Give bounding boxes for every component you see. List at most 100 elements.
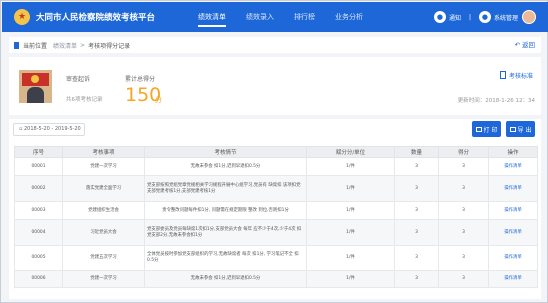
user-name[interactable]: 系统管理: [494, 13, 518, 22]
cell-quantity: 3: [394, 175, 439, 202]
breadcrumb-separator: >: [80, 41, 86, 49]
export-label: 导 出: [517, 126, 532, 134]
cell-number: 00003: [14, 201, 63, 220]
back-label: 返回: [522, 41, 535, 49]
export-icon: [509, 126, 516, 132]
cell-detail: 责令整改问题每件扣1分, 问题需在规定期限 整改 到位,否则扣1分: [144, 201, 307, 220]
table-header-row: 序号 考核事项 考核情节 赋分分/单位 数量 得分 操作: [14, 146, 538, 158]
app-title: 大同市人民检察院绩效考核平台: [36, 13, 156, 23]
profile-subtitle: 共6项考核记录: [66, 97, 103, 103]
app-window: ★ 大同市人民检察院绩效考核平台 绩效清单 绩效录入 排行榜 业务分析 ● 通知…: [0, 0, 548, 303]
cell-detail: 无故未参会 扣1分,迟到早退扣0.5分: [144, 270, 307, 288]
location-marker-icon: [14, 41, 19, 49]
print-label: 打 印: [483, 126, 498, 134]
cell-detail: 党支部按照党组党章党规相关学习规程开展中心组学习,党员有 缺席扣 该项扣党支部党…: [144, 175, 307, 202]
column-header: 考核情节: [144, 146, 307, 158]
cell-unit: 1/件: [306, 270, 395, 288]
operation-link[interactable]: 操作清单: [488, 270, 538, 288]
cell-number: 00002: [14, 175, 63, 202]
cell-detail: 无故未参会 扣1分,迟到早退扣0.5分: [144, 157, 307, 176]
table-row: 00005 党建五次学习 全体党员按时参加党支部组织的学习,无故缺席者 每次 扣…: [14, 245, 538, 271]
back-button[interactable]: ↶ 返回: [514, 37, 535, 53]
notice-label[interactable]: 通知: [449, 13, 461, 22]
date-range-picker[interactable]: ▫ 2018-5-20 - 2019-5-20: [13, 123, 85, 136]
breadcrumb-page: 考核项得分记录: [88, 42, 131, 50]
records-table: 序号 考核事项 考核情节 赋分分/单位 数量 得分 操作 00001 党建一次学…: [14, 146, 538, 288]
export-button[interactable]: 导 出: [506, 121, 535, 137]
cell-number: 00004: [14, 219, 63, 246]
nav-item-leaderboard[interactable]: 排行榜: [294, 2, 315, 32]
table-row: 00006 党建一次学习 无故未参会 扣1分,迟到早退扣0.5分 1/件 3 3…: [14, 270, 538, 288]
document-icon: [499, 71, 506, 79]
avatar[interactable]: [522, 10, 536, 24]
user-icon[interactable]: ●: [478, 11, 491, 23]
operation-link[interactable]: 操作清单: [488, 175, 538, 202]
profile-name: 审查起诉: [66, 76, 91, 83]
printer-icon: [475, 126, 482, 132]
cell-unit: 1/件: [306, 175, 395, 202]
cell-number: 00001: [14, 157, 63, 176]
assessment-standard-label: 考核标准: [508, 73, 533, 80]
cell-detail: 党支部委员及党员每缺席1次扣1分,支部党员大会 每年 应不少于4次,少于4次 扣…: [144, 219, 307, 246]
cell-score: 3: [438, 270, 489, 288]
assessment-standard-link[interactable]: 考核标准: [499, 71, 533, 80]
cell-unit: 1/件: [306, 157, 395, 176]
profile-photo: [19, 70, 52, 103]
operation-link[interactable]: 操作清单: [488, 245, 538, 271]
cell-item: 习近党员大会: [62, 219, 145, 246]
column-header: 考核事项: [62, 146, 145, 158]
profile-card: 审查起诉 共6项考核记录 累计总得分 150 分 考核标准 更新时间：2018-…: [9, 57, 541, 115]
cell-item: 落实党建全面学习: [62, 175, 145, 202]
operation-link[interactable]: 操作清单: [488, 201, 538, 220]
cell-quantity: 3: [394, 245, 439, 271]
cell-item: 党建五次学习: [62, 245, 145, 271]
person-image: [27, 87, 44, 103]
column-header: 序号: [14, 146, 63, 158]
total-score-label: 累计总得分: [125, 76, 156, 83]
divider: |: [468, 13, 471, 21]
date-range-value: 2018-5-20 - 2019-5-20: [23, 126, 81, 132]
records-panel: ▫ 2018-5-20 - 2019-5-20 打 印 导 出 序号 考核事项 …: [9, 119, 541, 299]
cell-score: 3: [438, 219, 489, 246]
breadcrumb: 当前位置 绩效清单 > 考核项得分记录 ↶ 返回: [9, 37, 541, 53]
nav-item-performance-list[interactable]: 绩效清单: [198, 2, 226, 32]
cell-score: 3: [438, 245, 489, 271]
table-row: 00002 落实党建全面学习 党支部按照党组党章党规相关学习规程开展中心组学习,…: [14, 175, 538, 202]
main-nav: 绩效清单 绩效录入 排行榜 业务分析: [198, 2, 383, 32]
cell-number: 00005: [14, 245, 63, 271]
user-area: ● 通知 | ● 系统管理: [433, 2, 536, 32]
top-navigation-bar: ★ 大同市人民检察院绩效考核平台 绩效清单 绩效录入 排行榜 业务分析 ● 通知…: [2, 2, 548, 32]
cell-quantity: 3: [394, 270, 439, 288]
column-header: 得分: [438, 146, 489, 158]
total-score-unit: 分: [155, 96, 162, 104]
cell-item: 党建一次学习: [62, 157, 145, 176]
cell-score: 3: [438, 201, 489, 220]
column-header: 数量: [394, 146, 439, 158]
nav-item-business-analysis[interactable]: 业务分析: [335, 2, 363, 32]
emblem-image: [31, 75, 39, 83]
table-row: 00004 习近党员大会 党支部委员及党员每缺席1次扣1分,支部党员大会 每年 …: [14, 219, 538, 246]
cell-number: 00006: [14, 270, 63, 288]
column-header: 赋分分/单位: [306, 146, 395, 158]
cell-detail: 全体党员按时参加党支部组织的学习,无故缺席者 每次 扣1分, 学习笔记不全 扣0…: [144, 245, 307, 271]
column-header: 操作: [488, 146, 538, 158]
breadcrumb-link-performance-list[interactable]: 绩效清单: [53, 41, 77, 50]
cell-item: 党建组织生活会: [62, 201, 145, 220]
table-row: 00003 党建组织生活会 责令整改问题每件扣1分, 问题需在规定期限 整改 到…: [14, 201, 538, 220]
bell-icon[interactable]: ●: [433, 11, 446, 23]
cell-item: 党建一次学习: [62, 270, 145, 288]
update-time: 更新时间：2018-1-26 12：34: [457, 98, 535, 104]
emblem-logo-icon: ★: [14, 9, 30, 25]
operation-link[interactable]: 操作清单: [488, 157, 538, 176]
cell-quantity: 3: [394, 201, 439, 220]
cell-unit: 1/件: [306, 219, 395, 246]
print-button[interactable]: 打 印: [472, 121, 501, 137]
cell-quantity: 3: [394, 157, 439, 176]
table-row: 00001 党建一次学习 无故未参会 扣1分,迟到早退扣0.5分 1/件 3 3…: [14, 157, 538, 176]
cell-score: 3: [438, 175, 489, 202]
nav-item-performance-entry[interactable]: 绩效录入: [246, 2, 274, 32]
cell-score: 3: [438, 157, 489, 176]
cell-quantity: 3: [394, 219, 439, 246]
back-arrow-icon: ↶: [514, 41, 522, 49]
operation-link[interactable]: 操作清单: [488, 219, 538, 246]
